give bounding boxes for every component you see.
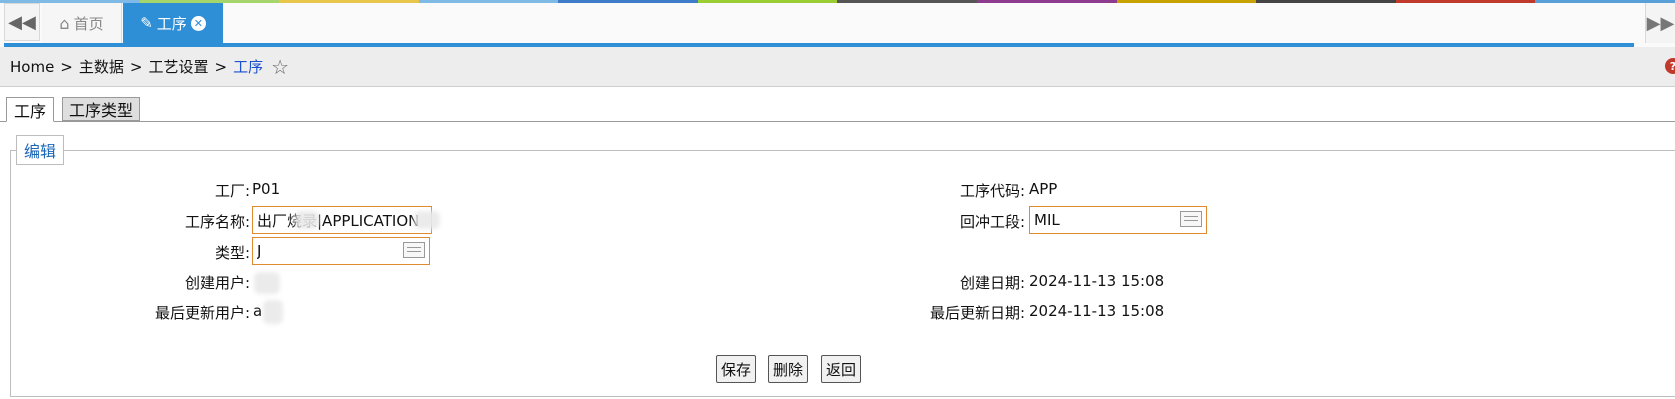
plant-value: P01 bbox=[252, 180, 281, 198]
lookup-icon[interactable] bbox=[1180, 211, 1202, 227]
tab-process[interactable]: ✎ 工序 ✕ bbox=[123, 3, 223, 43]
op-code-label: 工序代码: bbox=[959, 182, 1025, 200]
breadcrumb-process-settings[interactable]: 工艺设置 bbox=[148, 56, 208, 77]
double-right-arrow-icon: ▶▶ bbox=[1646, 12, 1675, 34]
save-button[interactable]: 保存 bbox=[716, 355, 757, 383]
breadcrumb-separator: > bbox=[129, 57, 143, 76]
back-button[interactable]: 返回 bbox=[821, 355, 862, 383]
edit-legend: 编辑 bbox=[16, 135, 64, 165]
tab-process-label: 工序 bbox=[156, 14, 187, 33]
backflush-label: 回冲工段: bbox=[959, 213, 1025, 231]
plant-label: 工厂: bbox=[214, 182, 250, 200]
tab-process-subpage[interactable]: 工序 bbox=[6, 97, 54, 122]
star-outline-icon[interactable]: ☆ bbox=[271, 55, 289, 79]
breadcrumb-current: 工序 bbox=[233, 58, 264, 76]
redacted-blur bbox=[254, 272, 280, 294]
created-date-value: 2024-11-13 15:08 bbox=[1029, 272, 1165, 290]
type-label: 类型: bbox=[214, 244, 250, 262]
double-left-arrow-icon: ◀◀ bbox=[8, 11, 36, 33]
op-name-input[interactable] bbox=[252, 206, 432, 234]
last-updated-by-label: 最后更新用户: bbox=[154, 304, 250, 322]
tab-bar bbox=[0, 3, 1675, 47]
close-circle-icon[interactable]: ✕ bbox=[190, 15, 206, 31]
breadcrumb-separator: > bbox=[214, 57, 228, 76]
op-name-label: 工序名称: bbox=[184, 213, 250, 231]
created-date-label: 创建日期: bbox=[959, 274, 1025, 292]
breadcrumb-master-data[interactable]: 主数据 bbox=[79, 56, 124, 77]
last-updated-by-value: a bbox=[253, 302, 263, 320]
home-icon: ⌂ bbox=[59, 13, 70, 33]
tab-scroll-right-button[interactable]: ▶▶ bbox=[1645, 3, 1675, 43]
redacted-blur bbox=[295, 211, 319, 229]
tab-home-label: 首页 bbox=[73, 14, 104, 33]
page-tabs: 工序 工序类型 bbox=[0, 97, 1675, 122]
created-by-label: 创建用户: bbox=[184, 274, 250, 292]
lookup-icon[interactable] bbox=[403, 242, 425, 258]
breadcrumb-home[interactable]: Home bbox=[10, 58, 54, 76]
last-updated-date-value: 2024-11-13 15:08 bbox=[1029, 302, 1165, 320]
tab-scroll-left-button[interactable]: ◀◀ bbox=[4, 3, 40, 41]
redacted-blur bbox=[263, 300, 283, 324]
tab-process-type[interactable]: 工序类型 bbox=[62, 97, 140, 121]
last-updated-date-label: 最后更新日期: bbox=[929, 304, 1025, 322]
help-icon[interactable]: ? bbox=[1665, 58, 1675, 74]
breadcrumb: Home > 主数据 > 工艺设置 > 工序 ☆ bbox=[0, 47, 1675, 87]
breadcrumb-separator: > bbox=[60, 57, 73, 76]
op-code-value: APP bbox=[1029, 180, 1058, 198]
redacted-blur bbox=[414, 211, 440, 229]
edit-icon: ✎ bbox=[140, 14, 153, 32]
delete-button[interactable]: 删除 bbox=[768, 355, 809, 383]
tab-home[interactable]: ⌂ 首页 bbox=[42, 3, 122, 43]
